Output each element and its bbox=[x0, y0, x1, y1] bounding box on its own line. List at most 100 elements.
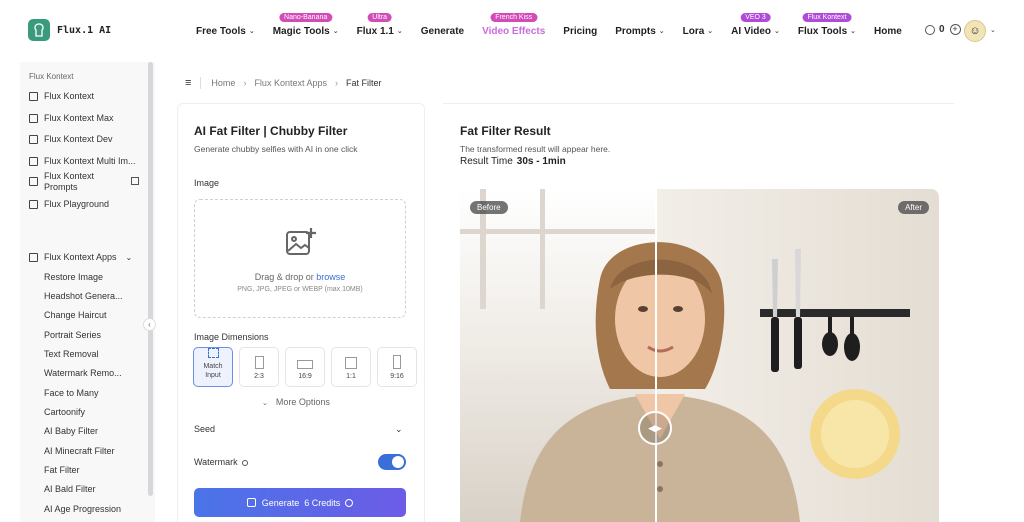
image-icon bbox=[29, 199, 38, 209]
watermark-text: Watermark bbox=[194, 457, 238, 467]
nav-label: Magic Tools bbox=[272, 25, 330, 37]
nav-flux-1-1[interactable]: Ultra Flux 1.1 ⌄ bbox=[356, 12, 403, 37]
sidebar-scrollbar[interactable] bbox=[148, 62, 153, 496]
before-after-comparison[interactable]: Before After ◀▶ bbox=[460, 189, 939, 522]
nav-pricing[interactable]: Pricing bbox=[563, 26, 597, 37]
generate-button[interactable]: Generate 6 Credits bbox=[194, 488, 406, 517]
nav-label: Flux Tools bbox=[797, 25, 848, 37]
chevron-right-icon: › bbox=[334, 78, 338, 88]
sidebar-app-item[interactable]: Face to Many bbox=[44, 388, 99, 398]
dimension-label: 9:16 bbox=[390, 373, 404, 380]
nav-label: Flux 1.1 bbox=[356, 25, 394, 37]
sidebar-app-item[interactable]: AI Baby Filter bbox=[44, 426, 98, 436]
chevron-down-icon[interactable]: ⌄ bbox=[395, 424, 403, 435]
dimension-label: 2:3 bbox=[254, 373, 264, 380]
nav-label: AI Video bbox=[731, 25, 771, 37]
collapse-sidebar-icon[interactable]: ‹ bbox=[143, 318, 156, 331]
add-credits-icon[interactable]: + bbox=[949, 24, 961, 35]
sidebar-app-item[interactable]: Text Removal bbox=[44, 349, 99, 359]
sidebar-app-item[interactable]: Cartoonify bbox=[44, 407, 85, 417]
sidebar-app-item[interactable]: Headshot Genera... bbox=[44, 291, 123, 301]
dimension-2-3[interactable]: 2:3 bbox=[239, 347, 279, 387]
sidebar-group-label: Flux Kontext Apps bbox=[44, 252, 117, 262]
sidebar-app-item-active[interactable]: Fat Filter bbox=[44, 465, 80, 475]
chevron-down-icon[interactable]: ⌄ bbox=[990, 26, 996, 34]
chevron-right-icon: › bbox=[243, 78, 247, 88]
external-link-icon[interactable] bbox=[131, 177, 139, 185]
sidebar-item-label: Flux Kontext Multi Im... bbox=[44, 156, 136, 166]
sidebar-app-item[interactable]: AI Bald Filter bbox=[44, 484, 96, 494]
nav-video-effects[interactable]: French Kiss Video Effects bbox=[482, 12, 546, 37]
result-time: Result Time 30s - 1min bbox=[460, 156, 566, 167]
nav-generate[interactable]: Generate bbox=[421, 26, 464, 37]
nav-home[interactable]: Home bbox=[874, 26, 902, 37]
menu-toggle-icon[interactable]: ≡ bbox=[185, 77, 191, 89]
sidebar-section-title: Flux Kontext bbox=[29, 72, 74, 81]
nav-magic-tools[interactable]: Nano-Banana Magic Tools ⌄ bbox=[272, 12, 339, 37]
nav-badge: Ultra bbox=[367, 12, 393, 22]
seed-label[interactable]: Seed bbox=[194, 424, 215, 434]
divider bbox=[200, 77, 202, 89]
nav-badge: Flux Kontext bbox=[802, 12, 852, 22]
comparison-photo bbox=[460, 189, 939, 522]
brand-name[interactable]: Flux.1 AI bbox=[57, 25, 111, 36]
add-image-icon bbox=[286, 228, 316, 255]
breadcrumb-parent[interactable]: Flux Kontext Apps bbox=[254, 78, 327, 88]
image-dropzone[interactable]: Drag & drop or browse PNG, JPG, JPEG or … bbox=[194, 199, 406, 318]
avatar[interactable]: ☺ bbox=[964, 20, 986, 42]
sidebar-app-item[interactable]: AI Age Progression bbox=[44, 504, 121, 514]
dimension-match-input[interactable]: Match Input bbox=[193, 347, 233, 387]
breadcrumb-home[interactable]: Home bbox=[211, 78, 235, 88]
nav-flux-tools[interactable]: Flux Kontext Flux Tools ⌄ bbox=[797, 12, 856, 37]
sidebar-item-flux-playground[interactable]: Flux Playground bbox=[29, 199, 109, 209]
sidebar-app-item[interactable]: Watermark Remo... bbox=[44, 368, 122, 378]
sidebar-item-label: Flux Kontext Dev bbox=[44, 134, 113, 144]
more-options-toggle[interactable]: ⌄ More Options bbox=[262, 397, 330, 407]
nav-label: Free Tools bbox=[196, 25, 246, 37]
chevron-down-icon: ⌄ bbox=[774, 28, 780, 35]
nav-lora[interactable]: Lora ⌄ bbox=[683, 26, 714, 37]
dimensions-label: Image Dimensions bbox=[194, 332, 269, 342]
chevron-down-icon: ⌄ bbox=[248, 28, 255, 35]
coin-icon bbox=[925, 24, 935, 35]
credits-count: 0 bbox=[939, 24, 945, 35]
watermark-toggle[interactable] bbox=[378, 454, 406, 470]
dimension-16-9[interactable]: 16:9 bbox=[285, 347, 325, 387]
coin-icon bbox=[345, 498, 354, 507]
sidebar-item-flux-kontext[interactable]: Flux Kontext bbox=[29, 91, 94, 101]
sidebar-group-flux-kontext-apps[interactable]: Flux Kontext Apps ⌄ bbox=[29, 252, 132, 262]
prompts-icon bbox=[29, 177, 38, 186]
browse-link[interactable]: browse bbox=[316, 272, 345, 282]
sidebar-item-flux-kontext-dev[interactable]: Flux Kontext Dev bbox=[29, 134, 113, 144]
nav-prompts[interactable]: Prompts ⌄ bbox=[615, 26, 664, 37]
before-label: Before bbox=[470, 201, 508, 214]
sidebar-item-label: Flux Kontext Max bbox=[44, 113, 114, 123]
generate-icon bbox=[246, 498, 256, 507]
nav-ai-video[interactable]: VEO 3 AI Video ⌄ bbox=[731, 12, 780, 37]
dimension-label: Match Input bbox=[203, 363, 223, 379]
sidebar-item-flux-kontext-prompts[interactable]: Flux Kontext Prompts bbox=[29, 171, 94, 193]
info-icon[interactable] bbox=[241, 459, 248, 466]
logo-icon[interactable] bbox=[28, 19, 50, 41]
generate-label: Generate bbox=[261, 497, 300, 508]
nav-label: Prompts bbox=[615, 25, 656, 37]
nav-badge: French Kiss bbox=[490, 12, 538, 22]
sidebar-app-item[interactable]: Restore Image bbox=[44, 272, 103, 282]
sidebar-item-flux-kontext-max[interactable]: Flux Kontext Max bbox=[29, 113, 114, 123]
top-navigation-bar: Flux.1 AI Free Tools ⌄ Nano-Banana Magic … bbox=[0, 0, 1024, 62]
dimension-9-16[interactable]: 9:16 bbox=[377, 347, 417, 387]
dimension-1-1[interactable]: 1:1 bbox=[331, 347, 371, 387]
sidebar-app-item[interactable]: AI Minecraft Filter bbox=[44, 446, 115, 456]
nav-label: Pricing bbox=[563, 25, 598, 37]
nav-label: Video Effects bbox=[482, 25, 546, 37]
credits-display[interactable]: 0 + bbox=[925, 24, 961, 35]
comparison-slider-handle[interactable]: ◀▶ bbox=[638, 411, 672, 445]
sidebar-app-item[interactable]: Change Haircut bbox=[44, 310, 107, 320]
sidebar-app-item[interactable]: Portrait Series bbox=[44, 330, 101, 340]
chevron-down-icon: ⌄ bbox=[396, 28, 403, 35]
sidebar-item-flux-kontext-multi[interactable]: Flux Kontext Multi Im... bbox=[29, 156, 136, 166]
result-time-label: Result Time bbox=[460, 156, 513, 167]
chevron-down-icon: ⌄ bbox=[658, 28, 665, 35]
nav-badge: VEO 3 bbox=[740, 12, 771, 22]
nav-free-tools[interactable]: Free Tools ⌄ bbox=[196, 26, 255, 37]
